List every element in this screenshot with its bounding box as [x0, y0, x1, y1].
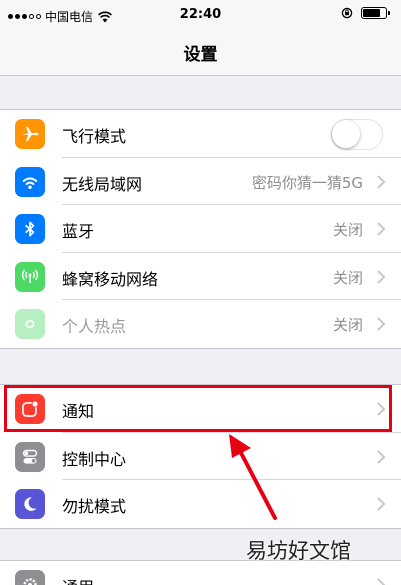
bluetooth-status: 关闭: [332, 221, 363, 239]
airplane-icon: [15, 119, 45, 149]
row-do-not-disturb[interactable]: 勿扰模式: [0, 480, 401, 528]
nav-bar: 设置: [0, 32, 401, 76]
chevron-right-icon: [377, 449, 386, 464]
row-label: 无线局域网: [62, 174, 143, 194]
watermark-text: 易坊好文馆: [246, 539, 351, 563]
row-label: 飞行模式: [62, 127, 127, 146]
orientation-lock-icon: [341, 7, 353, 19]
wifi-network-name: 密码你猜一猜5G: [251, 173, 363, 192]
chevron-right-icon: [377, 222, 386, 236]
status-bar-right: [341, 7, 390, 19]
row-label: 蓝牙: [62, 222, 95, 241]
row-bluetooth[interactable]: 蓝牙 关闭: [0, 205, 401, 253]
row-control-center[interactable]: 控制中心: [0, 433, 401, 480]
toggle-knob: [332, 120, 360, 148]
row-wifi[interactable]: 无线局域网 密码你猜一猜5G: [0, 158, 401, 205]
row-label: 通用: [62, 574, 94, 585]
row-label: 蜂窝移动网络: [62, 269, 159, 289]
row-label: 控制中心: [62, 449, 127, 469]
chevron-right-icon: [377, 269, 386, 284]
row-cellular[interactable]: 蜂窝移动网络 关闭: [0, 253, 401, 300]
row-label: 个人热点: [62, 317, 127, 336]
battery-icon: [361, 7, 390, 19]
wifi-icon: [15, 166, 45, 197]
bluetooth-icon: [15, 214, 45, 244]
hotspot-status: 关闭: [332, 316, 363, 334]
gear-icon: [15, 570, 45, 585]
chevron-right-icon: [377, 497, 386, 511]
chevron-right-icon: [377, 317, 386, 331]
moon-icon: [15, 489, 45, 519]
control-center-icon: [15, 441, 45, 472]
row-label: 勿扰模式: [62, 497, 127, 516]
chevron-right-icon: [377, 174, 386, 189]
settings-group-connectivity: 飞行模式 无线局域网 密码你猜一猜5G 蓝牙 关闭 蜂窝移动网络 关闭 个人热点…: [0, 109, 401, 349]
chevron-right-icon: [377, 578, 386, 585]
airplane-mode-toggle[interactable]: [331, 119, 383, 150]
battery-level: [363, 9, 380, 17]
row-airplane-mode[interactable]: 飞行模式: [0, 110, 401, 158]
status-bar: 中国电信 22:40: [0, 0, 401, 32]
cellular-icon: [15, 261, 45, 292]
cellular-status: 关闭: [332, 268, 363, 287]
highlight-box: [4, 385, 392, 432]
row-personal-hotspot[interactable]: 个人热点 关闭: [0, 300, 401, 348]
hotspot-icon: [15, 309, 45, 339]
page-title: 设置: [183, 45, 218, 65]
